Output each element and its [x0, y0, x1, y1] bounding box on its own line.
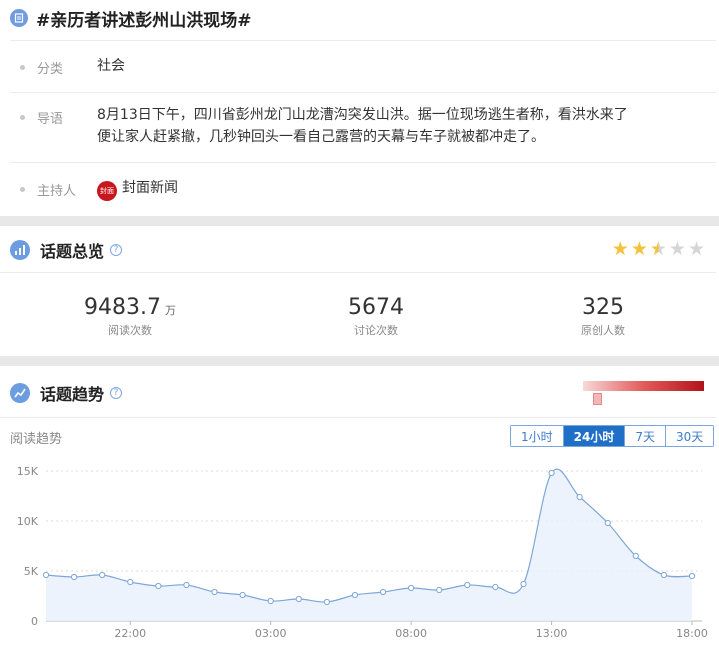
tab-7d[interactable]: 7天 [624, 426, 665, 446]
stat-reads: 9483.7 万 阅读次数 [40, 295, 220, 338]
intro-line-1: 8月13日下午，四川省彭州龙门山龙漕沟突发山洪。据一位现场逃生者称，看洪水来了 [97, 107, 628, 123]
data-point [42, 571, 50, 579]
data-point [632, 552, 639, 560]
intro-text: 8月13日下午，四川省彭州龙门山龙漕沟突发山洪。据一位现场逃生者称，看洪水来了 … [97, 104, 709, 148]
x-tick-label: 22:00 [114, 627, 146, 640]
x-tick-label: 18:00 [676, 627, 708, 640]
x-tick-label: 13:00 [536, 627, 568, 640]
tab-30d[interactable]: 30天 [664, 426, 714, 446]
trend-icon [10, 383, 30, 403]
half-star-icon: ★ [649, 238, 667, 260]
divider [0, 272, 716, 273]
data-point [408, 584, 415, 592]
rating-stars: ★ ★ ★ ★ ★ [612, 240, 705, 259]
stat-discussions: 5674 讨论次数 [286, 295, 466, 338]
overview-header: 话题总览 ? [0, 232, 716, 268]
heat-scale-bar [583, 381, 704, 391]
data-point [548, 469, 555, 477]
data-point [155, 582, 162, 590]
help-icon[interactable]: ? [110, 244, 123, 256]
star-empty-icon: ★ [687, 238, 705, 260]
stat-caption: 讨论次数 [354, 324, 398, 337]
data-point [295, 595, 302, 603]
tab-1h[interactable]: 1小时 [511, 426, 563, 446]
data-point [604, 519, 611, 527]
data-point [127, 578, 134, 586]
topic-header: #亲历者讲述彭州山洪现场# [0, 0, 719, 36]
y-tick-label: 5K [24, 565, 39, 578]
intro-line-2: 便让家人赶紧撤，几秒钟回头一看自己露营的天幕与车子就被都冲走了。 [97, 129, 545, 145]
document-icon [10, 9, 28, 27]
trend-subtitle: 阅读趋势 [10, 432, 63, 447]
stat-value: 5674 [348, 295, 404, 320]
data-point [267, 597, 274, 605]
host-name-link[interactable]: 封面新闻 [122, 177, 178, 199]
heat-marker [593, 393, 602, 405]
data-point [70, 573, 78, 581]
trend-title: 话题趋势 [40, 385, 105, 404]
y-tick-label: 0 [31, 615, 38, 628]
stat-unit: 万 [164, 304, 176, 317]
data-point [323, 598, 330, 606]
data-point [211, 588, 218, 596]
tab-24h[interactable]: 24小时 [562, 426, 625, 446]
data-point [464, 581, 471, 589]
bullet-icon [20, 115, 25, 120]
read-trend-chart: 0 5K 10K 15K 22:00 03:00 08:00 13:00 18:00 [17, 465, 708, 640]
bullet-icon [20, 65, 25, 70]
y-tick-label: 10K [17, 515, 39, 528]
category-value: 社会 [97, 58, 125, 74]
data-point [492, 583, 499, 591]
bullet-icon [20, 187, 25, 192]
x-tick-label: 03:00 [255, 627, 287, 640]
stat-caption: 原创人数 [581, 324, 625, 337]
help-icon[interactable]: ? [110, 387, 123, 399]
area-fill [46, 469, 692, 621]
data-point [183, 581, 190, 589]
stat-originals: 325 原创人数 [513, 295, 693, 338]
intro-label: 导语 [37, 112, 64, 127]
data-point [239, 591, 246, 599]
time-range-tabs: 1小时 24小时 7天 30天 [510, 425, 715, 447]
stat-value: 325 [582, 295, 624, 320]
data-point [436, 586, 443, 594]
chart-icon [10, 240, 30, 260]
data-point [576, 493, 583, 501]
stat-value: 9483.7 [84, 295, 161, 320]
section-separator [0, 356, 719, 366]
data-point [520, 580, 527, 588]
host-avatar[interactable]: 封面 [97, 181, 117, 201]
data-point [660, 571, 668, 579]
divider [0, 417, 716, 418]
data-point [379, 588, 387, 596]
x-tick-label: 08:00 [395, 627, 427, 640]
category-label: 分类 [37, 62, 64, 77]
topic-title: #亲历者讲述彭州山洪现场# [36, 10, 252, 31]
star-icon: ★ [611, 238, 629, 260]
star-icon: ★ [630, 238, 648, 260]
overview-title: 话题总览 [40, 242, 105, 261]
section-separator [0, 216, 719, 226]
host-label: 主持人 [37, 184, 77, 199]
data-point [99, 571, 106, 579]
data-point [351, 591, 359, 599]
intro-row: 导语 8月13日下午，四川省彭州龙门山龙漕沟突发山洪。据一位现场逃生者称，看洪水… [0, 92, 716, 162]
star-empty-icon: ★ [668, 238, 686, 260]
stat-caption: 阅读次数 [108, 324, 152, 337]
category-row: 分类 社会 [0, 40, 716, 92]
y-tick-label: 15K [17, 465, 39, 478]
data-point [688, 572, 696, 580]
